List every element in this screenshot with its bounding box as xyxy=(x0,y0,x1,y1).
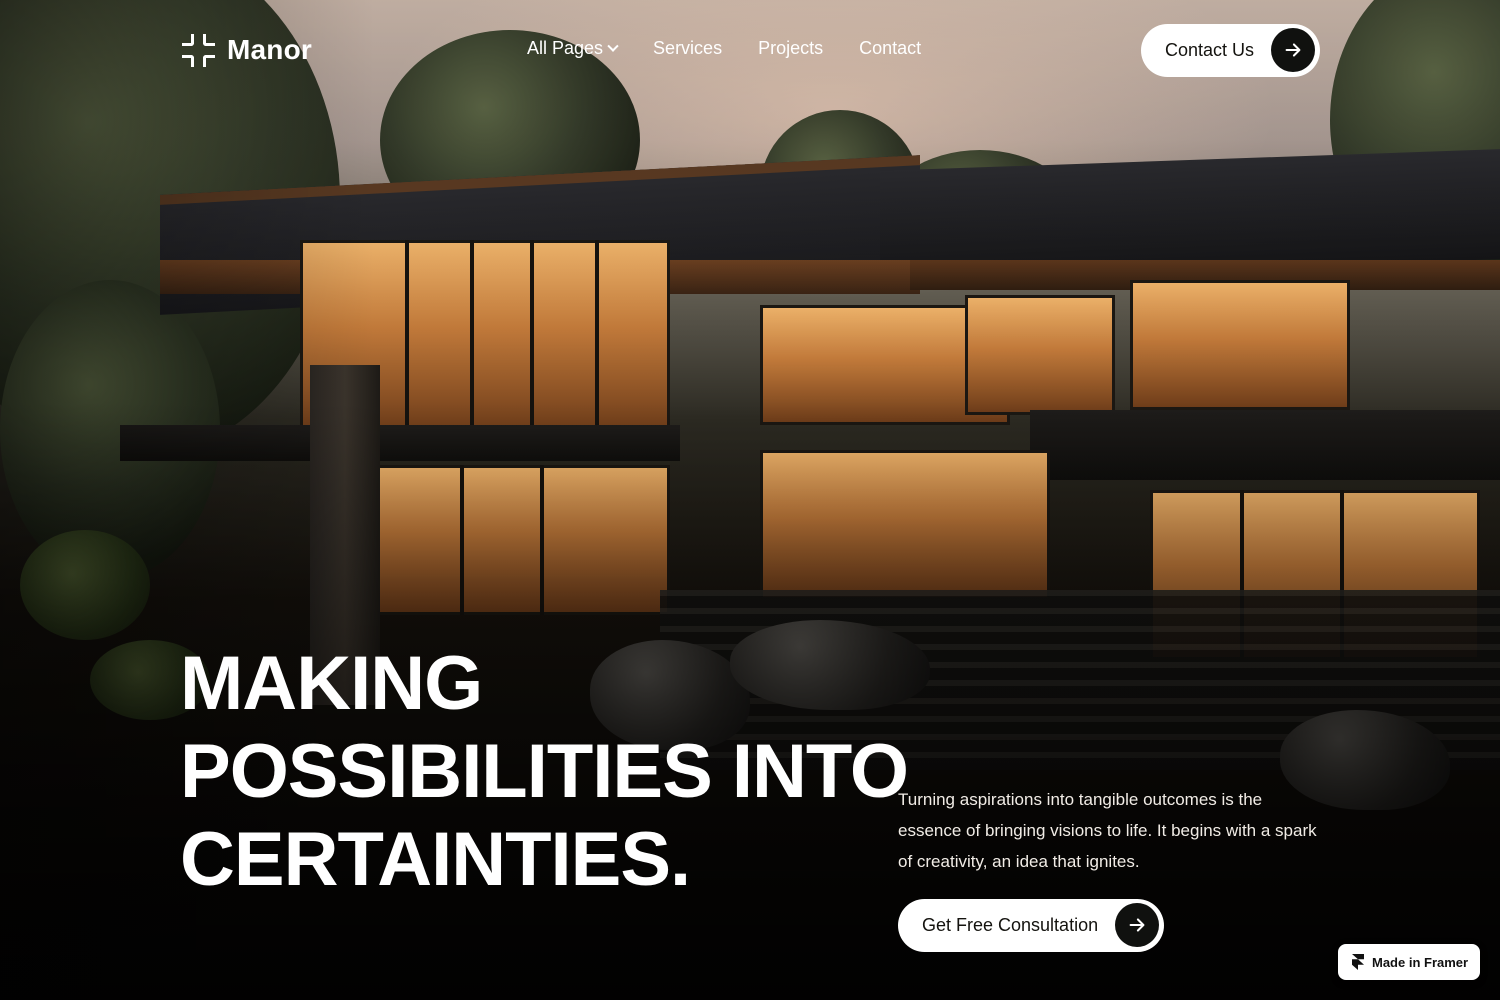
top-navbar: Manor All Pages Services Projects Contac… xyxy=(0,0,1500,100)
headline-line: POSSIBILITIES INTO xyxy=(180,729,909,814)
nav-item-label: All Pages xyxy=(527,38,604,58)
made-in-framer-badge[interactable]: Made in Framer xyxy=(1338,944,1480,980)
nav-item-contact[interactable]: Contact xyxy=(859,38,921,59)
cta-label: Get Free Consultation xyxy=(922,915,1099,935)
nav-item-label: Projects xyxy=(758,38,824,58)
corner-brackets-icon xyxy=(182,33,215,67)
brand-name: Manor xyxy=(227,34,312,65)
chevron-down-icon xyxy=(607,40,619,52)
get-free-consultation-button[interactable]: Get Free Consultation xyxy=(898,899,1164,952)
hero-headline: MAKING POSSIBILITIES INTO CERTAINTIES. xyxy=(180,640,909,904)
headline-line: MAKING xyxy=(180,641,483,726)
nav-item-projects[interactable]: Projects xyxy=(758,38,823,59)
nav-item-services[interactable]: Services xyxy=(653,38,722,59)
contact-us-button[interactable]: Contact Us xyxy=(1141,24,1320,77)
hero-tagline: Turning aspirations into tangible outcom… xyxy=(898,790,1317,871)
main-menu: All Pages Services Projects Contact xyxy=(527,38,921,59)
brand-logo[interactable]: Manor xyxy=(182,33,312,67)
framer-logo-icon xyxy=(1352,954,1364,970)
arrow-right-icon xyxy=(1115,903,1159,947)
arrow-right-icon xyxy=(1271,28,1315,72)
nav-item-label: Contact xyxy=(859,38,922,58)
contact-us-label: Contact Us xyxy=(1165,40,1255,60)
nav-item-label: Services xyxy=(653,38,723,58)
headline-line: CERTAINTIES. xyxy=(180,817,691,902)
badge-label: Made in Framer xyxy=(1372,954,1469,970)
nav-item-all-pages[interactable]: All Pages xyxy=(527,38,619,59)
